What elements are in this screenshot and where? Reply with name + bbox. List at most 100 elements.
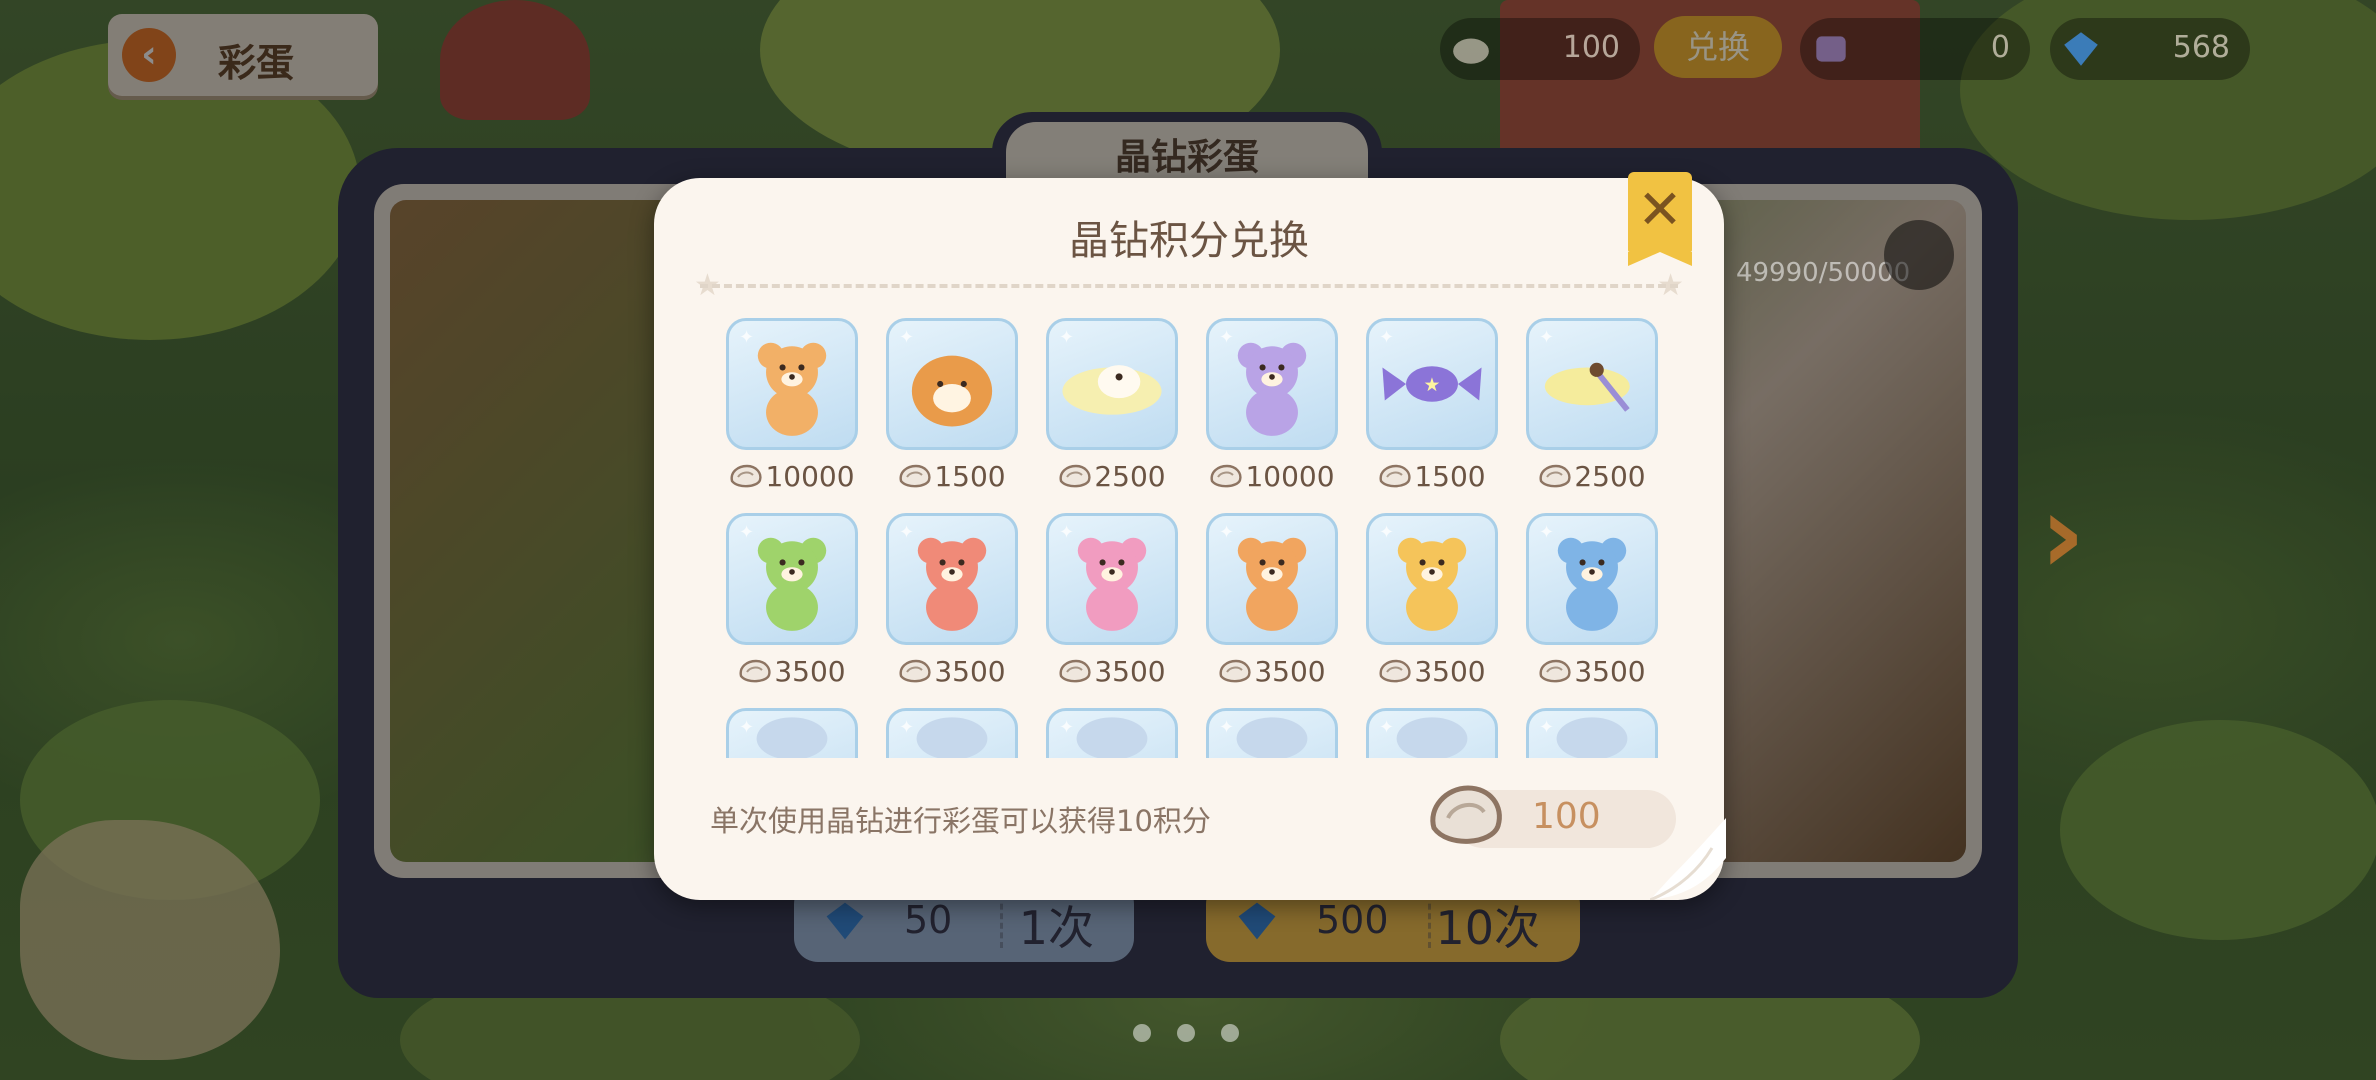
single-draw-label: 1次	[1018, 901, 1094, 955]
shell-currency-bar: 100	[1440, 18, 1640, 80]
exchange-item[interactable]: 3500	[724, 513, 872, 688]
exchange-item-cost-value: 3500	[774, 655, 846, 688]
exchange-item[interactable]	[724, 708, 872, 758]
page-dot	[1133, 1024, 1151, 1042]
shell-icon	[1379, 464, 1411, 487]
close-button[interactable]: ✕	[1628, 172, 1692, 266]
exchange-item-tile[interactable]	[726, 513, 858, 645]
exchange-item[interactable]: ★ 1500	[1352, 318, 1512, 493]
exchange-item-cost-value: 3500	[1414, 655, 1486, 688]
shell-icon	[899, 464, 931, 487]
exchange-item-cost-value: 3500	[934, 655, 1006, 688]
sleeping-puppy-pillow-icon	[1062, 365, 1162, 415]
exchange-item-cost: 1500	[872, 460, 1032, 493]
shell-icon	[1059, 464, 1091, 487]
exchange-item-tile[interactable]	[1206, 513, 1338, 645]
exchange-item-tile[interactable]	[1366, 513, 1498, 645]
exchange-item[interactable]	[1352, 708, 1512, 758]
exchange-item-cost-value: 1500	[934, 460, 1006, 493]
page-dot	[1221, 1024, 1239, 1042]
shell-icon	[1539, 659, 1571, 682]
magnifier-icon[interactable]	[1884, 220, 1954, 290]
shell-icon	[1219, 659, 1251, 682]
exchange-item-tile[interactable]: ★	[1366, 318, 1498, 450]
shell-icon	[1059, 659, 1091, 682]
exchange-item-cost: 3500	[1512, 655, 1664, 688]
exchange-item-tile[interactable]	[886, 708, 1018, 758]
exchange-item-cost: 3500	[872, 655, 1032, 688]
shell-icon	[1539, 464, 1571, 487]
exchange-item[interactable]	[1512, 708, 1664, 758]
exchange-item-tile[interactable]	[1046, 708, 1178, 758]
divider	[700, 284, 1678, 288]
exchange-item-list[interactable]: 10000 1500 2500 10000 ★ 1500 2500 3500	[724, 318, 1664, 758]
exchange-item-cost-value: 3500	[1254, 655, 1326, 688]
exchange-item-tile[interactable]	[1046, 318, 1178, 450]
exchange-item-cost: 1500	[1352, 460, 1512, 493]
exchange-item-tile[interactable]	[886, 513, 1018, 645]
exchange-item-tile[interactable]	[1526, 318, 1658, 450]
exchange-item-tile[interactable]	[1366, 708, 1498, 758]
exchange-item[interactable]	[1192, 708, 1352, 758]
shell-icon	[1379, 659, 1411, 682]
exchange-item-cost: 10000	[724, 460, 872, 493]
gem-count: 568	[2172, 30, 2230, 65]
partially-visible-item-icon	[1396, 717, 1468, 758]
exchange-item[interactable]: 1500	[872, 318, 1032, 493]
exchange-item[interactable]: 10000	[724, 318, 872, 493]
ticket-currency-bar: 0	[1800, 18, 2030, 80]
exchange-item-tile[interactable]	[1206, 318, 1338, 450]
exchange-item[interactable]: 3500	[1352, 513, 1512, 688]
exchange-item[interactable]: 3500	[872, 513, 1032, 688]
shell-icon	[730, 464, 763, 487]
ticket-count: 0	[1990, 30, 2010, 65]
back-arrow-icon: ‹	[122, 28, 176, 82]
exchange-item[interactable]: 10000	[1192, 318, 1352, 493]
next-arrow-icon[interactable]: ›	[2040, 470, 2085, 598]
shell-icon	[739, 659, 771, 682]
points-rule-text: 单次使用晶钻进行彩蛋可以获得10积分	[710, 804, 1211, 838]
orange-teddy-bear-icon	[1237, 537, 1307, 631]
shell-count: 100	[1562, 30, 1620, 65]
shell-icon	[899, 659, 931, 682]
exchange-item-cost-value: 3500	[1574, 655, 1646, 688]
exchange-item-tile[interactable]	[726, 318, 858, 450]
ten-draw-label: 10次	[1435, 901, 1540, 955]
exchange-item-cost-value: 10000	[765, 460, 855, 493]
exchange-item[interactable]: 3500	[1192, 513, 1352, 688]
back-label: 彩蛋	[218, 41, 295, 85]
partially-visible-item-icon	[1556, 717, 1628, 758]
exchange-item-cost: 3500	[1192, 655, 1352, 688]
fluffy-dog-plush-icon	[911, 355, 993, 427]
close-icon: ✕	[1637, 178, 1683, 241]
exchange-item-tile[interactable]	[1526, 513, 1658, 645]
exchange-item-cost-value: 2500	[1094, 460, 1166, 493]
orange-bear-costume-doll-icon	[757, 342, 827, 436]
partially-visible-item-icon	[916, 717, 988, 758]
shell-icon	[1430, 785, 1502, 844]
shell-icon	[1453, 38, 1489, 64]
exchange-item-tile[interactable]	[1206, 708, 1338, 758]
back-button[interactable]: ‹ 彩蛋	[108, 14, 378, 96]
exchange-item-tile[interactable]	[726, 708, 858, 758]
exchange-item-cost-value: 3500	[1094, 655, 1166, 688]
partially-visible-item-icon	[1076, 717, 1148, 758]
exchange-item-tile[interactable]	[1046, 513, 1178, 645]
red-teddy-bear-icon	[917, 537, 987, 631]
exchange-item[interactable]: 2500	[1032, 318, 1192, 493]
single-draw-price: 50	[904, 898, 953, 942]
diamond-icon	[1238, 902, 1276, 940]
exchange-item-cost: 10000	[1192, 460, 1352, 493]
exchange-item-cost-value: 1500	[1414, 460, 1486, 493]
exchange-item[interactable]	[1032, 708, 1192, 758]
exchange-button[interactable]: 兑换	[1654, 16, 1782, 78]
green-teddy-bear-icon	[757, 537, 827, 631]
exchange-item[interactable]: 3500	[1512, 513, 1664, 688]
exchange-item-tile[interactable]	[1526, 708, 1658, 758]
exchange-item[interactable]: 3500	[1032, 513, 1192, 688]
purple-star-candy-icon: ★	[1382, 366, 1482, 402]
exchange-item[interactable]	[872, 708, 1032, 758]
exchange-item[interactable]: 2500	[1512, 318, 1664, 493]
exchange-item-tile[interactable]	[886, 318, 1018, 450]
shell-icon	[1210, 464, 1243, 487]
